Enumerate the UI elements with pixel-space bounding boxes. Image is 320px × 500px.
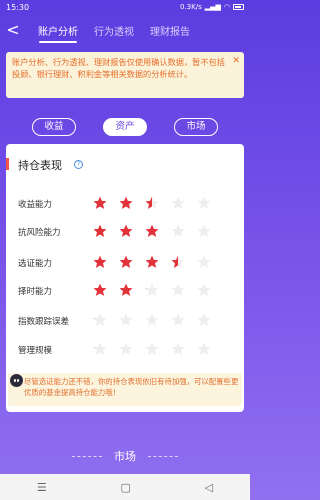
star-empty-icon	[197, 255, 211, 269]
star-filled-icon	[145, 224, 159, 238]
rating-row: 管理规模	[6, 342, 244, 356]
star-filled-icon	[145, 283, 159, 297]
divider-right	[148, 456, 178, 457]
star-empty-icon	[171, 342, 185, 356]
signal-icon: ▂▄▆	[204, 3, 221, 11]
system-nav-bar: ☰ ▢ ◁	[0, 474, 250, 500]
holding-performance-card: 持仓表现 ? 收益能力 抗风险能力 选证能力 择时能力 指数跟踪误差 管理规模 …	[6, 144, 244, 412]
star-empty-icon	[171, 196, 185, 210]
tip-box: 尽管选证能力还不错，你的持仓表现依旧有待加强，可以配置些更优质的基金提高持仓能力…	[8, 373, 242, 406]
star-empty-icon	[119, 342, 133, 356]
star-filled-icon	[119, 255, 133, 269]
star-empty-icon	[197, 313, 211, 327]
star-empty-icon	[171, 313, 185, 327]
segment-control: 收益 资产 市场	[0, 118, 250, 136]
rating-row: 收益能力	[6, 196, 244, 210]
star-empty-icon	[145, 313, 159, 327]
battery-icon	[233, 4, 244, 10]
star-rating	[93, 313, 223, 327]
rating-label: 择时能力	[18, 287, 53, 297]
star-empty-icon	[171, 283, 185, 297]
nav-tabs: 账户分析 行为透视 理财报告	[30, 17, 198, 44]
star-rating	[93, 342, 223, 356]
tab-behavior-insight[interactable]: 行为透视	[86, 17, 142, 44]
status-bar: 15:30 0.3K/s ▂▄▆ ◠	[0, 0, 250, 14]
rating-label: 管理规模	[18, 346, 53, 356]
back-icon[interactable]: <	[0, 16, 26, 44]
tip-text: 尽管选证能力还不错，你的持仓表现依旧有待加强，可以配置些更优质的基金提高持仓能力…	[24, 377, 239, 397]
info-icon[interactable]: ?	[74, 160, 83, 169]
title-accent-bar	[6, 158, 9, 170]
star-filled-icon	[119, 196, 133, 210]
star-rating	[93, 255, 223, 269]
star-rating	[93, 224, 223, 238]
notice-text: 账户分析、行为透视、理财报告仅使用确认数据，暂不包括投顾、银行理财、积利金等相关…	[12, 57, 225, 79]
wifi-icon: ◠	[223, 3, 230, 11]
star-filled-icon	[145, 196, 159, 210]
star-filled-icon	[145, 255, 159, 269]
notice-banner: 账户分析、行为透视、理财报告仅使用确认数据，暂不包括投顾、银行理财、积利金等相关…	[6, 52, 244, 98]
star-filled-icon	[93, 313, 107, 327]
star-empty-icon	[197, 196, 211, 210]
star-filled-icon	[93, 342, 107, 356]
segment-income[interactable]: 收益	[32, 118, 76, 136]
market-section-header: 市场	[0, 448, 250, 464]
divider-left	[72, 456, 102, 457]
rating-row: 抗风险能力	[6, 224, 244, 238]
home-icon[interactable]: ▢	[121, 481, 131, 494]
close-icon[interactable]: ✕	[232, 55, 240, 67]
star-empty-icon	[145, 342, 159, 356]
star-rating	[93, 283, 223, 297]
star-filled-icon	[93, 255, 107, 269]
rating-row: 指数跟踪误差	[6, 313, 244, 327]
rating-row: 选证能力	[6, 255, 244, 269]
tab-account-analysis[interactable]: 账户分析	[30, 17, 86, 44]
segment-assets[interactable]: 资产	[103, 118, 147, 136]
rating-label: 指数跟踪误差	[18, 317, 70, 327]
star-filled-icon	[93, 283, 107, 297]
star-empty-icon	[119, 313, 133, 327]
menu-icon[interactable]: ☰	[37, 481, 47, 494]
rating-label: 抗风险能力	[18, 228, 61, 238]
star-empty-icon	[171, 224, 185, 238]
rating-label: 选证能力	[18, 259, 53, 269]
star-filled-icon	[119, 224, 133, 238]
rating-row: 择时能力	[6, 283, 244, 297]
star-empty-icon	[197, 224, 211, 238]
star-rating	[93, 196, 223, 210]
network-speed: 0.3K/s	[180, 3, 202, 11]
star-filled-icon	[93, 224, 107, 238]
rating-label: 收益能力	[18, 200, 53, 210]
tab-finance-report[interactable]: 理财报告	[142, 17, 198, 44]
status-indicators: 0.3K/s ▂▄▆ ◠	[180, 3, 244, 11]
star-filled-icon	[93, 196, 107, 210]
star-filled-icon	[119, 283, 133, 297]
status-time: 15:30	[6, 2, 30, 12]
star-empty-icon	[197, 283, 211, 297]
robot-avatar-icon	[10, 374, 23, 387]
star-filled-icon	[171, 255, 185, 269]
section-title: 市场	[114, 450, 136, 463]
back-nav-icon[interactable]: ◁	[205, 481, 213, 494]
top-nav: < 账户分析 行为透视 理财报告	[0, 16, 250, 44]
segment-market[interactable]: 市场	[174, 118, 218, 136]
card-title: 持仓表现	[18, 159, 62, 172]
star-empty-icon	[197, 342, 211, 356]
